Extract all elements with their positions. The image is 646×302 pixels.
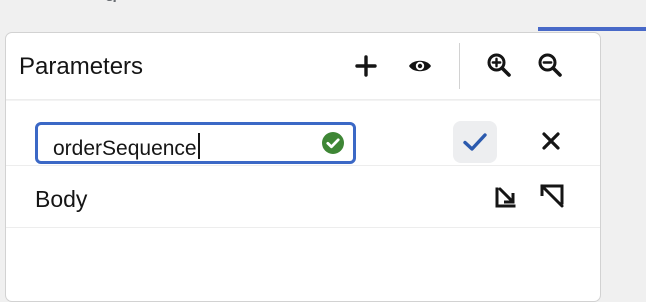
zoom-out-icon[interactable] xyxy=(535,50,565,80)
confirm-button[interactable] xyxy=(453,121,497,163)
header-divider xyxy=(459,43,460,89)
collapse-icon[interactable] xyxy=(492,181,522,211)
parameter-name-input[interactable]: orderSequence xyxy=(35,122,356,164)
parameter-name-value: orderSequence xyxy=(53,137,197,160)
cancel-button[interactable] xyxy=(536,125,566,157)
check-circle-icon xyxy=(322,132,344,154)
active-tab-indicator xyxy=(538,27,646,31)
parameters-panel: Parameters orderSequence Body xyxy=(5,32,601,302)
parameter-edit-row: orderSequence xyxy=(6,100,600,166)
zoom-in-icon[interactable] xyxy=(484,50,514,80)
text-cursor xyxy=(197,133,200,159)
checkmark-icon xyxy=(463,133,487,151)
body-label: Body xyxy=(35,186,88,212)
plus-icon[interactable] xyxy=(351,51,381,81)
close-icon xyxy=(542,132,560,150)
body-row: Body xyxy=(6,166,600,228)
panel-title: Parameters xyxy=(19,53,144,80)
expand-icon[interactable] xyxy=(537,181,567,211)
partial-heading-fragment: g xyxy=(104,0,144,2)
panel-header: Parameters xyxy=(6,33,600,100)
eye-icon[interactable] xyxy=(405,51,435,81)
